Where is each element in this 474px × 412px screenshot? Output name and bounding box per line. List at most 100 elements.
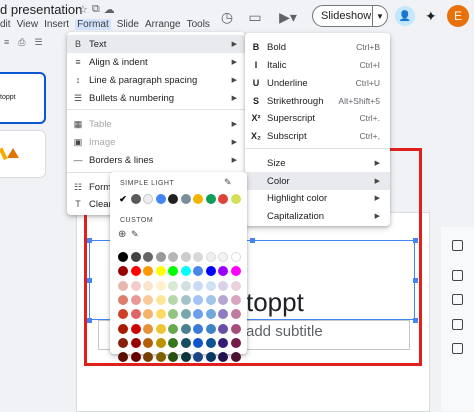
color-swatch[interactable] — [180, 337, 191, 348]
color-swatch[interactable] — [143, 309, 153, 320]
color-swatch[interactable] — [130, 352, 141, 363]
chevron-down-icon[interactable]: ▼ — [373, 12, 387, 21]
color-swatch[interactable] — [218, 309, 228, 320]
theme-color-swatch[interactable] — [168, 194, 178, 204]
color-swatch[interactable] — [130, 309, 141, 320]
color-swatch[interactable] — [205, 294, 216, 305]
color-swatch[interactable] — [205, 252, 216, 262]
edit-theme-pencil-icon[interactable]: ✎ — [224, 177, 232, 188]
color-swatch[interactable] — [205, 323, 216, 334]
theme-color-swatch[interactable] — [205, 194, 216, 204]
menu-tools[interactable]: Tools — [187, 19, 210, 30]
color-swatch[interactable] — [143, 266, 153, 277]
toolbar-button-icon[interactable]: ≡ — [4, 37, 9, 53]
slideshow-label[interactable]: Slideshow — [313, 6, 373, 26]
folder-icon[interactable] — [452, 343, 463, 354]
color-swatch[interactable] — [205, 280, 216, 291]
color-swatch[interactable] — [143, 280, 153, 291]
text-menu-item-subscript[interactable]: X₂ Subscript Ctrl+, — [245, 127, 390, 145]
add-custom-color-icon[interactable]: ⊕ — [118, 229, 126, 240]
color-swatch[interactable] — [168, 266, 178, 277]
color-swatch[interactable] — [180, 294, 191, 305]
color-swatch[interactable] — [118, 266, 128, 277]
color-swatch[interactable] — [130, 252, 141, 262]
color-swatch[interactable] — [193, 252, 203, 262]
color-swatch[interactable] — [205, 266, 216, 277]
color-swatch[interactable] — [193, 309, 203, 320]
keep-icon[interactable] — [452, 240, 463, 251]
presentation-title[interactable]: d presentation — [0, 2, 82, 17]
text-menu-item-strikethrough[interactable]: S Strikethrough Alt+Shift+5 — [245, 92, 390, 110]
color-swatch[interactable] — [193, 266, 203, 277]
format-menu-item-align-indent[interactable]: ≡ Align & indent ▶ — [67, 53, 245, 71]
color-swatch[interactable] — [218, 323, 228, 334]
color-swatch[interactable] — [180, 352, 191, 363]
color-swatch[interactable] — [193, 294, 203, 305]
color-swatch[interactable] — [168, 323, 178, 334]
color-swatch[interactable] — [155, 309, 166, 320]
color-swatch[interactable] — [230, 252, 241, 262]
menu-view[interactable]: View — [17, 19, 39, 30]
color-swatch[interactable] — [130, 266, 141, 277]
text-menu-item-highlight-color[interactable]: Highlight color ▶ — [245, 189, 390, 207]
color-swatch[interactable] — [205, 309, 216, 320]
color-swatch[interactable] — [143, 337, 153, 348]
color-swatch[interactable] — [180, 252, 191, 262]
color-swatch[interactable] — [230, 280, 241, 291]
color-swatch[interactable] — [218, 280, 228, 291]
color-swatch[interactable] — [218, 294, 228, 305]
color-swatch[interactable] — [143, 252, 153, 262]
color-swatch[interactable] — [205, 352, 216, 363]
comment-icon[interactable]: ▭ — [246, 8, 264, 26]
text-menu-item-capitalization[interactable]: Capitalization ▶ — [245, 207, 390, 225]
color-swatch[interactable] — [118, 337, 128, 348]
contacts-icon[interactable] — [452, 294, 463, 305]
color-swatch[interactable] — [130, 323, 141, 334]
color-swatch[interactable] — [118, 280, 128, 291]
share-person-icon[interactable]: 👤 — [395, 6, 415, 26]
theme-color-swatch[interactable] — [218, 194, 228, 204]
color-swatch[interactable] — [168, 309, 178, 320]
color-swatch[interactable] — [193, 337, 203, 348]
color-swatch[interactable] — [218, 266, 228, 277]
gemini-sparkle-icon[interactable]: ✦ — [425, 8, 437, 25]
color-swatch[interactable] — [130, 280, 141, 291]
color-swatch[interactable] — [230, 266, 241, 277]
slide-thumbnail-1[interactable]: toppt — [0, 72, 46, 124]
format-menu-item-text[interactable]: B Text ▶ — [67, 35, 245, 53]
color-swatch[interactable] — [155, 352, 166, 363]
text-menu-item-bold[interactable]: B Bold Ctrl+B — [245, 38, 390, 56]
theme-color-swatch[interactable] — [180, 194, 191, 204]
color-swatch[interactable] — [168, 337, 178, 348]
slideshow-button[interactable]: Slideshow ▼ — [312, 5, 388, 27]
color-swatch[interactable] — [155, 294, 166, 305]
color-swatch[interactable] — [130, 294, 141, 305]
color-swatch[interactable] — [143, 323, 153, 334]
selected-color-check-icon[interactable]: ✔ — [118, 194, 128, 204]
color-swatch[interactable] — [230, 337, 241, 348]
text-menu-item-underline[interactable]: U Underline Ctrl+U — [245, 74, 390, 92]
avatar[interactable]: E — [447, 5, 469, 27]
theme-color-swatch[interactable] — [130, 194, 141, 204]
color-swatch[interactable] — [155, 337, 166, 348]
toolbar-button-icon[interactable]: ☰ — [34, 37, 42, 53]
format-menu-item-borders-lines[interactable]: — Borders & lines ▶ — [67, 151, 245, 169]
format-menu-item-line-paragraph-spacing[interactable]: ↕ Line & paragraph spacing ▶ — [67, 71, 245, 89]
color-swatch[interactable] — [193, 323, 203, 334]
text-menu-item-size[interactable]: Size ▶ — [245, 154, 390, 172]
custom-color-pencil-icon[interactable]: ✎ — [131, 229, 139, 240]
color-swatch[interactable] — [230, 309, 241, 320]
color-swatch[interactable] — [155, 323, 166, 334]
color-swatch[interactable] — [193, 280, 203, 291]
text-menu-item-color[interactable]: Color ▶ — [245, 172, 390, 190]
color-swatch[interactable] — [180, 266, 191, 277]
color-swatch[interactable] — [230, 323, 241, 334]
color-swatch[interactable] — [168, 252, 178, 262]
color-swatch[interactable] — [155, 252, 166, 262]
color-swatch[interactable] — [218, 337, 228, 348]
text-menu-item-superscript[interactable]: X² Superscript Ctrl+. — [245, 109, 390, 127]
move-icon[interactable]: ⧉ — [92, 3, 100, 16]
text-menu-item-italic[interactable]: I Italic Ctrl+I — [245, 56, 390, 74]
toolbar-button-icon[interactable]: ⎙ — [18, 37, 25, 53]
color-swatch[interactable] — [230, 352, 241, 363]
